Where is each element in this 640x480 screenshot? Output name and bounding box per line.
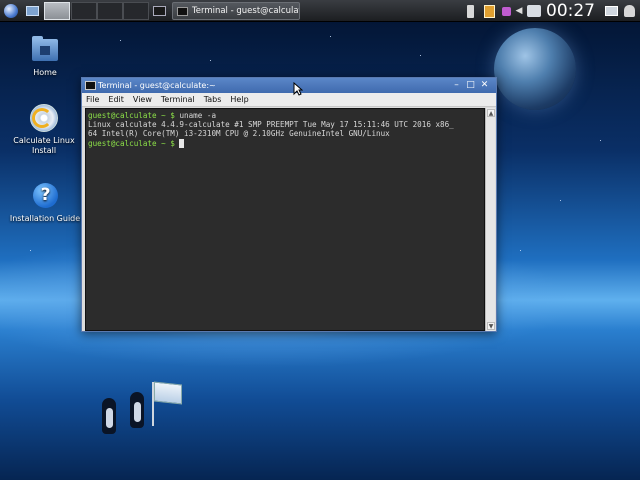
terminal-line: guest@calculate ~ $ uname -a [88,111,482,120]
moon-wallpaper [494,28,576,110]
desktop-icon-label: Home [33,68,57,77]
shell-prompt: guest@calculate ~ $ [88,111,175,120]
scroll-down-arrow-icon[interactable]: ▼ [487,322,495,330]
menu-view[interactable]: View [133,95,152,104]
display-icon[interactable] [604,3,618,19]
clipboard-icon[interactable] [482,3,496,19]
terminal-line: guest@calculate ~ $ [88,139,482,148]
penguin-figure [102,398,116,434]
window-title: Terminal - guest@calculate:~ [98,81,216,90]
penguins-wallpaper [92,378,202,448]
menu-file[interactable]: File [86,95,99,104]
star [520,250,521,251]
menu-bar: File Edit View Terminal Tabs Help [82,93,496,107]
workspace-1[interactable] [44,2,70,20]
star [210,60,211,61]
menu-terminal[interactable]: Terminal [161,95,195,104]
window-titlebar[interactable]: Terminal - guest@calculate:~ – □ ✕ [82,78,496,93]
workspace-4[interactable] [123,2,149,20]
menu-tabs[interactable]: Tabs [204,95,222,104]
terminal-icon [177,6,188,16]
terminal-launcher-icon[interactable] [151,2,167,20]
command-text: uname -a [174,111,217,120]
workspace-3[interactable] [97,2,123,20]
desktop-icon-label: Calculate Linux Install [13,136,75,155]
terminal-window[interactable]: Terminal - guest@calculate:~ – □ ✕ File … [81,77,497,332]
menu-edit[interactable]: Edit [108,95,124,104]
clock[interactable]: 00:27 [546,0,595,22]
close-button[interactable]: ✕ [479,80,490,91]
menu-help[interactable]: Help [230,95,248,104]
show-desktop-icon[interactable] [24,2,40,20]
home-folder-icon [30,35,60,65]
terminal-icon [85,81,96,90]
help-question-icon: ? [30,181,60,211]
flag [154,381,182,405]
start-menu-icon[interactable] [2,2,20,20]
battery-icon[interactable] [465,3,475,19]
star [330,36,331,37]
vertical-scrollbar[interactable]: ▲ ▼ [485,108,495,331]
network-icon[interactable] [500,3,512,19]
star [30,250,31,251]
terminal-line: Linux calculate 4.4.9-calculate #1 SMP P… [88,120,454,130]
install-disc-icon [29,103,59,133]
taskbar-window-title: Terminal - guest@calculate:~ [192,6,299,16]
shell-prompt: guest@calculate ~ $ [88,138,175,148]
terminal-line: 64 Intel(R) Core(TM) i3-2310M CPU @ 2.10… [88,129,390,139]
star [600,140,601,141]
desktop-icon-installation-guide[interactable]: ? Installation Guide [7,181,83,224]
terminal-output[interactable]: guest@calculate ~ $ uname -a Linux calcu… [85,108,485,331]
taskbar-terminal-button[interactable]: Terminal - guest@calculate:~ [172,2,300,20]
penguin-figure [130,392,144,428]
desktop-icon-label: Installation Guide [9,214,81,223]
top-panel: Terminal - guest@calculate:~ ◀ 00:27 [0,0,640,22]
desktop-icon-home[interactable]: Home [7,35,83,78]
desktop-icon-calculate-install[interactable]: Calculate Linux Install [6,103,82,156]
keyboard-layout-icon[interactable] [526,3,542,19]
minimize-button[interactable]: – [451,80,462,91]
star [420,55,421,56]
user-icon[interactable] [622,3,636,19]
maximize-button[interactable]: □ [465,80,476,91]
volume-icon[interactable]: ◀ [514,3,524,19]
star [120,40,121,41]
star [560,200,561,201]
workspace-2[interactable] [71,2,97,20]
scroll-up-arrow-icon[interactable]: ▲ [487,109,495,117]
text-cursor [179,138,185,148]
